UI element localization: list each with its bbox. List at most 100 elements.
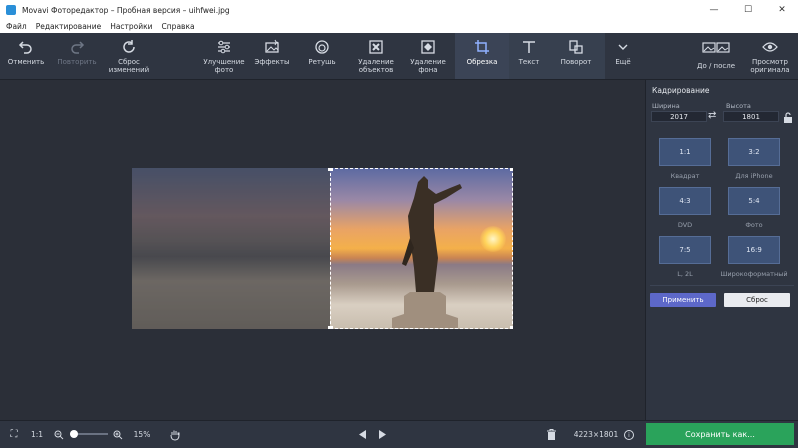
undo-icon xyxy=(17,38,35,56)
crop-panel-title: Кадрирование xyxy=(652,86,710,95)
actual-size-button[interactable]: 1:1 xyxy=(28,421,46,448)
chevron-down-icon xyxy=(614,38,632,56)
crop-panel: Кадрирование Ширина Высота 2017 ⇄ 1801 1… xyxy=(645,80,798,420)
crop-handle-bottom-right[interactable] xyxy=(510,326,513,329)
hand-tool-icon[interactable] xyxy=(168,421,182,448)
ratio-16-9-button[interactable]: 16:9 xyxy=(728,236,780,264)
redo-label: Повторить xyxy=(57,58,97,66)
undo-button[interactable]: Отменить xyxy=(4,33,48,79)
save-as-button[interactable]: Сохранить как... xyxy=(646,423,794,445)
eye-icon xyxy=(761,38,779,56)
redo-icon xyxy=(68,38,86,56)
photo xyxy=(132,168,513,329)
remove-background-label: Удаление фона xyxy=(410,58,446,74)
lock-ratio-icon[interactable] xyxy=(783,109,793,128)
reset-changes-label: Сброс изменений xyxy=(108,58,150,74)
remove-objects-label: Удаление объектов xyxy=(358,58,394,74)
menu-bar: Файл Редактирование Настройки Справка xyxy=(0,20,798,33)
rotate-icon xyxy=(567,38,585,56)
redo-button[interactable]: Повторить xyxy=(52,33,102,79)
effects-label: Эффекты xyxy=(254,58,290,66)
before-after-icon xyxy=(701,38,731,56)
panel-divider xyxy=(650,285,794,286)
ratio-7-5-label: L, 2L xyxy=(677,270,693,278)
crop-handle-top-left[interactable] xyxy=(328,168,333,171)
menu-file[interactable]: Файл xyxy=(6,22,27,31)
ratio-4-3-button[interactable]: 4:3 xyxy=(659,187,711,215)
rotate-tool-button[interactable]: Поворот xyxy=(551,33,601,79)
undo-label: Отменить xyxy=(7,58,45,66)
ratio-5-4-label: Фото xyxy=(745,221,763,229)
menu-settings[interactable]: Настройки xyxy=(110,22,152,31)
cropped-out-area xyxy=(132,168,330,329)
ratio-3-2-button[interactable]: 3:2 xyxy=(728,138,780,166)
bottom-bar: ⛶ 1:1 15% 4223×1801 i Сохранить как... xyxy=(0,420,798,448)
crop-tool-button[interactable]: Обрезка xyxy=(455,33,509,79)
crop-handle-top-right[interactable] xyxy=(510,168,513,171)
ratio-1-1-button[interactable]: 1:1 xyxy=(659,138,711,166)
ratio-3-2-label: Для iPhone xyxy=(735,172,773,180)
retouch-icon xyxy=(313,38,331,56)
title-bar: Movavi Фоторедактор – Пробная версия – u… xyxy=(0,0,798,20)
reset-button[interactable]: Сброс xyxy=(724,293,790,307)
reset-icon xyxy=(120,38,138,56)
delete-icon[interactable] xyxy=(544,421,558,448)
height-label: Высота xyxy=(726,102,751,110)
view-original-label: Просмотр оригинала xyxy=(750,58,790,74)
image-dimensions: 4223×1801 xyxy=(573,430,619,439)
text-tool-button[interactable]: Текст xyxy=(509,33,549,79)
close-button[interactable]: ✕ xyxy=(770,0,794,20)
app-window: Movavi Фоторедактор – Пробная версия – u… xyxy=(0,0,798,448)
enhance-label: Улучшение фото xyxy=(203,58,245,74)
menu-edit[interactable]: Редактирование xyxy=(36,22,101,31)
zoom-slider-knob[interactable] xyxy=(70,430,78,438)
ratio-1-1-label: Квадрат xyxy=(670,172,700,180)
view-original-button[interactable]: Просмотр оригинала xyxy=(746,33,794,79)
menu-help[interactable]: Справка xyxy=(162,22,195,31)
maximize-button[interactable]: ☐ xyxy=(736,0,760,20)
ratio-4-3-label: DVD xyxy=(677,221,693,229)
ratio-7-5-button[interactable]: 7:5 xyxy=(659,236,711,264)
effects-icon xyxy=(263,38,281,56)
ratio-5-4-button[interactable]: 5:4 xyxy=(728,187,780,215)
info-icon[interactable]: i xyxy=(624,430,634,440)
previous-image-icon[interactable] xyxy=(356,421,370,448)
width-field[interactable]: 2017 xyxy=(651,111,707,122)
crop-label: Обрезка xyxy=(466,58,498,66)
width-label: Ширина xyxy=(652,102,680,110)
window-title: Movavi Фоторедактор – Пробная версия – u… xyxy=(22,5,230,15)
enhance-button[interactable]: Улучшение фото xyxy=(198,33,250,79)
fit-to-screen-icon[interactable]: ⛶ xyxy=(6,421,22,448)
next-image-icon[interactable] xyxy=(375,421,389,448)
crop-icon xyxy=(473,38,491,56)
zoom-percent: 15% xyxy=(133,430,151,439)
swap-dimensions-icon[interactable]: ⇄ xyxy=(708,110,716,121)
crop-frame[interactable] xyxy=(330,168,513,329)
retouch-button[interactable]: Ретушь xyxy=(300,33,344,79)
remove-objects-button[interactable]: Удаление объектов xyxy=(350,33,402,79)
zoom-in-icon[interactable] xyxy=(112,421,124,448)
apply-button[interactable]: Применить xyxy=(650,293,716,307)
image-canvas[interactable] xyxy=(0,80,645,420)
before-after-button[interactable]: До / после xyxy=(690,33,742,79)
effects-button[interactable]: Эффекты xyxy=(250,33,294,79)
more-tools-button[interactable]: Ещё xyxy=(606,33,640,79)
rotate-label: Поворот xyxy=(560,58,592,66)
sliders-icon xyxy=(215,38,233,56)
text-label: Текст xyxy=(518,58,540,66)
remove-bg-icon xyxy=(419,38,437,56)
toolbar: Отменить Повторить Сброс изменений Улучш… xyxy=(0,33,798,80)
retouch-label: Ретушь xyxy=(308,58,336,66)
remove-objects-icon xyxy=(367,38,385,56)
height-field[interactable]: 1801 xyxy=(723,111,779,122)
minimize-button[interactable]: — xyxy=(702,0,726,20)
more-label: Ещё xyxy=(615,58,631,66)
crop-handle-bottom-left[interactable] xyxy=(328,326,333,329)
remove-background-button[interactable]: Удаление фона xyxy=(404,33,452,79)
before-after-label: До / после xyxy=(696,62,736,70)
zoom-out-icon[interactable] xyxy=(53,421,65,448)
ratio-16-9-label: Широкоформатный xyxy=(720,270,788,278)
reset-changes-button[interactable]: Сброс изменений xyxy=(104,33,154,79)
text-icon xyxy=(520,38,538,56)
app-icon xyxy=(6,5,16,15)
